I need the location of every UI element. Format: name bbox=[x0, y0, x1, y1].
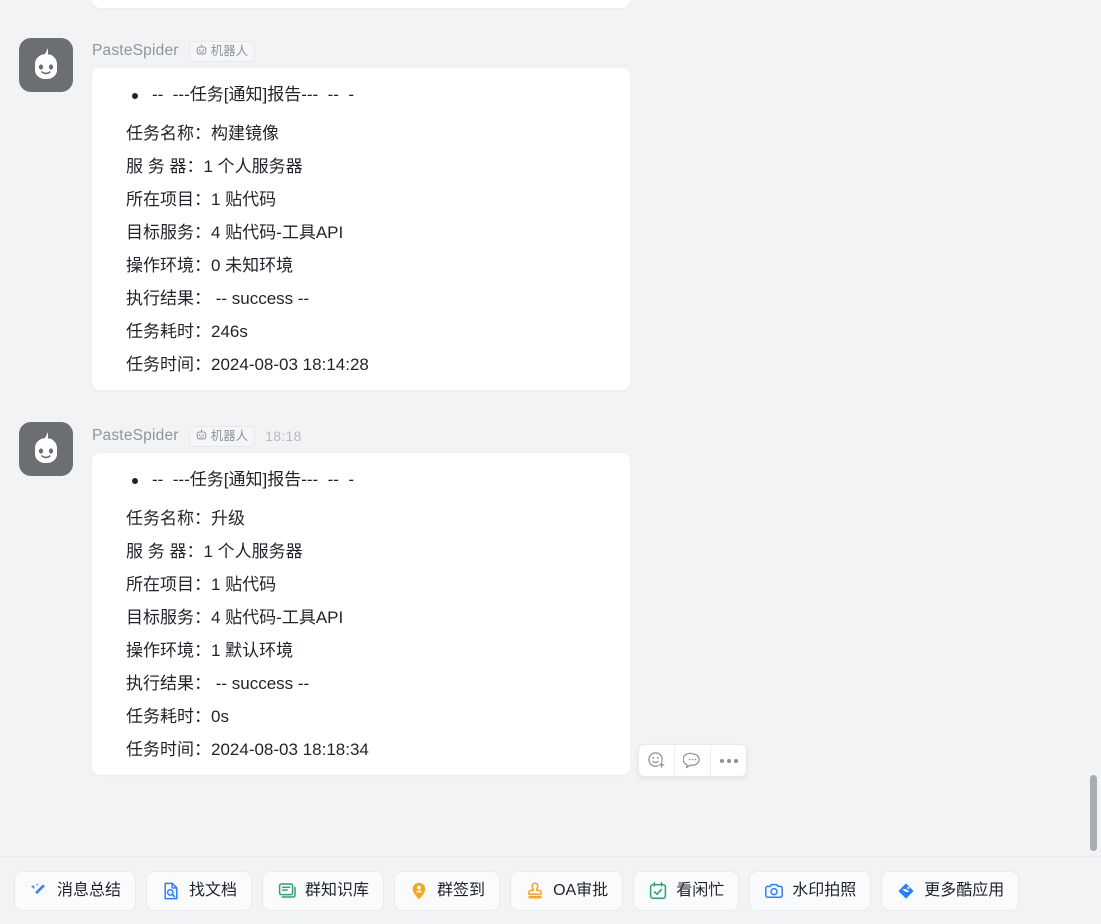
sparkle-wand-icon bbox=[29, 881, 49, 901]
report-row: 任务时间：2024-08-03 18:18:34 bbox=[126, 740, 369, 759]
report-title-text: -- ---任务[通知]报告--- -- - bbox=[152, 85, 355, 104]
report-row: 服 务 器：1 个人服务器 bbox=[126, 542, 303, 561]
app-button-label: 找文档 bbox=[189, 881, 238, 899]
app-button-find-document[interactable]: 找文档 bbox=[146, 870, 253, 911]
message-hover-actions[interactable] bbox=[638, 744, 747, 777]
message-time: 18:18 bbox=[265, 428, 302, 444]
more-options-button[interactable] bbox=[711, 745, 746, 776]
report-row: 目标服务：4 贴代码-工具API bbox=[126, 223, 344, 242]
app-button-oa-approval[interactable]: OA审批 bbox=[510, 870, 624, 911]
message-bubble: -- ---任务[通知]报告--- -- - 任务名称：构建镜像 服 务 器：1… bbox=[92, 68, 630, 390]
report-row: 任务时间：2024-08-03 18:14:28 bbox=[126, 355, 369, 374]
camera-icon bbox=[764, 881, 784, 901]
avatar[interactable] bbox=[19, 422, 73, 476]
add-reaction-button[interactable] bbox=[639, 745, 675, 776]
robot-avatar-icon bbox=[35, 432, 57, 463]
report-title-text: -- ---任务[通知]报告--- -- - bbox=[152, 470, 355, 489]
message-header: PasteSpider 机器人 18:18 bbox=[92, 425, 302, 447]
more-ellipsis-icon bbox=[719, 758, 738, 763]
report-row: 任务耗时：246s bbox=[126, 322, 248, 341]
report-row: 目标服务：4 贴代码-工具API bbox=[126, 608, 344, 627]
message-bubble: -- ---任务[通知]报告--- -- - 任务名称：升级 服 务 器：1 个… bbox=[92, 453, 630, 775]
robot-badge-icon bbox=[195, 429, 208, 442]
report-title-line: -- ---任务[通知]报告--- -- - bbox=[108, 82, 614, 108]
robot-avatar-icon bbox=[35, 48, 57, 79]
report-row: 任务名称：升级 bbox=[126, 509, 245, 528]
bot-badge-label: 机器人 bbox=[210, 428, 249, 443]
robot-badge-icon bbox=[195, 44, 208, 57]
chat-message-list[interactable]: PasteSpider 机器人 -- ---任务[通知]报告--- -- - 任… bbox=[0, 0, 1101, 856]
document-search-icon bbox=[161, 881, 181, 901]
report-row: 执行结果： -- success -- bbox=[126, 289, 310, 308]
app-button-free-busy[interactable]: 看闲忙 bbox=[633, 870, 740, 911]
app-button-label: 群知识库 bbox=[305, 881, 370, 899]
app-button-label: 群签到 bbox=[437, 881, 486, 899]
bot-badge: 机器人 bbox=[188, 40, 256, 62]
calendar-check-icon bbox=[648, 881, 668, 901]
report-row: 执行结果： -- success -- bbox=[126, 674, 310, 693]
app-button-label: 看闲忙 bbox=[676, 881, 725, 899]
app-button-group-knowledge-base[interactable]: 群知识库 bbox=[262, 870, 385, 911]
speech-bubble-icon bbox=[683, 752, 700, 769]
bot-badge-label: 机器人 bbox=[210, 43, 249, 58]
bot-badge: 机器人 bbox=[188, 425, 256, 447]
report-row: 服 务 器：1 个人服务器 bbox=[126, 157, 303, 176]
report-row: 操作环境：0 未知环境 bbox=[126, 256, 294, 275]
diamond-apps-icon bbox=[896, 881, 916, 901]
app-button-more-apps[interactable]: 更多酷应用 bbox=[881, 870, 1020, 911]
report-row: 所在项目：1 贴代码 bbox=[126, 575, 277, 594]
report-row: 任务耗时：0s bbox=[126, 707, 229, 726]
report-row: 操作环境：1 默认环境 bbox=[126, 641, 294, 660]
app-button-label: 水印拍照 bbox=[792, 881, 857, 899]
report-row: 任务名称：构建镜像 bbox=[126, 124, 279, 143]
report-row: 所在项目：1 贴代码 bbox=[126, 190, 277, 209]
app-button-group-checkin[interactable]: 群签到 bbox=[394, 870, 501, 911]
previous-message-bubble-partial bbox=[92, 0, 630, 8]
location-pin-user-icon bbox=[409, 881, 429, 901]
stamp-icon bbox=[525, 881, 545, 901]
bottom-app-toolbar: 消息总结 找文档 群知识库 群签到 OA审批 看闲忙 水印拍照 更多酷应用 bbox=[0, 856, 1101, 924]
app-button-label: 消息总结 bbox=[57, 881, 122, 899]
app-button-label: OA审批 bbox=[553, 881, 609, 899]
report-title-line: -- ---任务[通知]报告--- -- - bbox=[108, 467, 614, 493]
app-button-label: 更多酷应用 bbox=[924, 881, 1005, 899]
app-button-message-summary[interactable]: 消息总结 bbox=[14, 870, 137, 911]
book-stack-icon bbox=[277, 881, 297, 901]
message-header: PasteSpider 机器人 bbox=[92, 40, 256, 62]
scrollbar-track[interactable] bbox=[1089, 0, 1098, 856]
sender-name: PasteSpider bbox=[92, 42, 179, 59]
app-button-watermark-photo[interactable]: 水印拍照 bbox=[749, 870, 872, 911]
scrollbar-thumb[interactable] bbox=[1090, 775, 1097, 851]
avatar[interactable] bbox=[19, 38, 73, 92]
sender-name: PasteSpider bbox=[92, 427, 179, 444]
emoji-add-icon bbox=[648, 752, 665, 769]
reply-button[interactable] bbox=[675, 745, 711, 776]
